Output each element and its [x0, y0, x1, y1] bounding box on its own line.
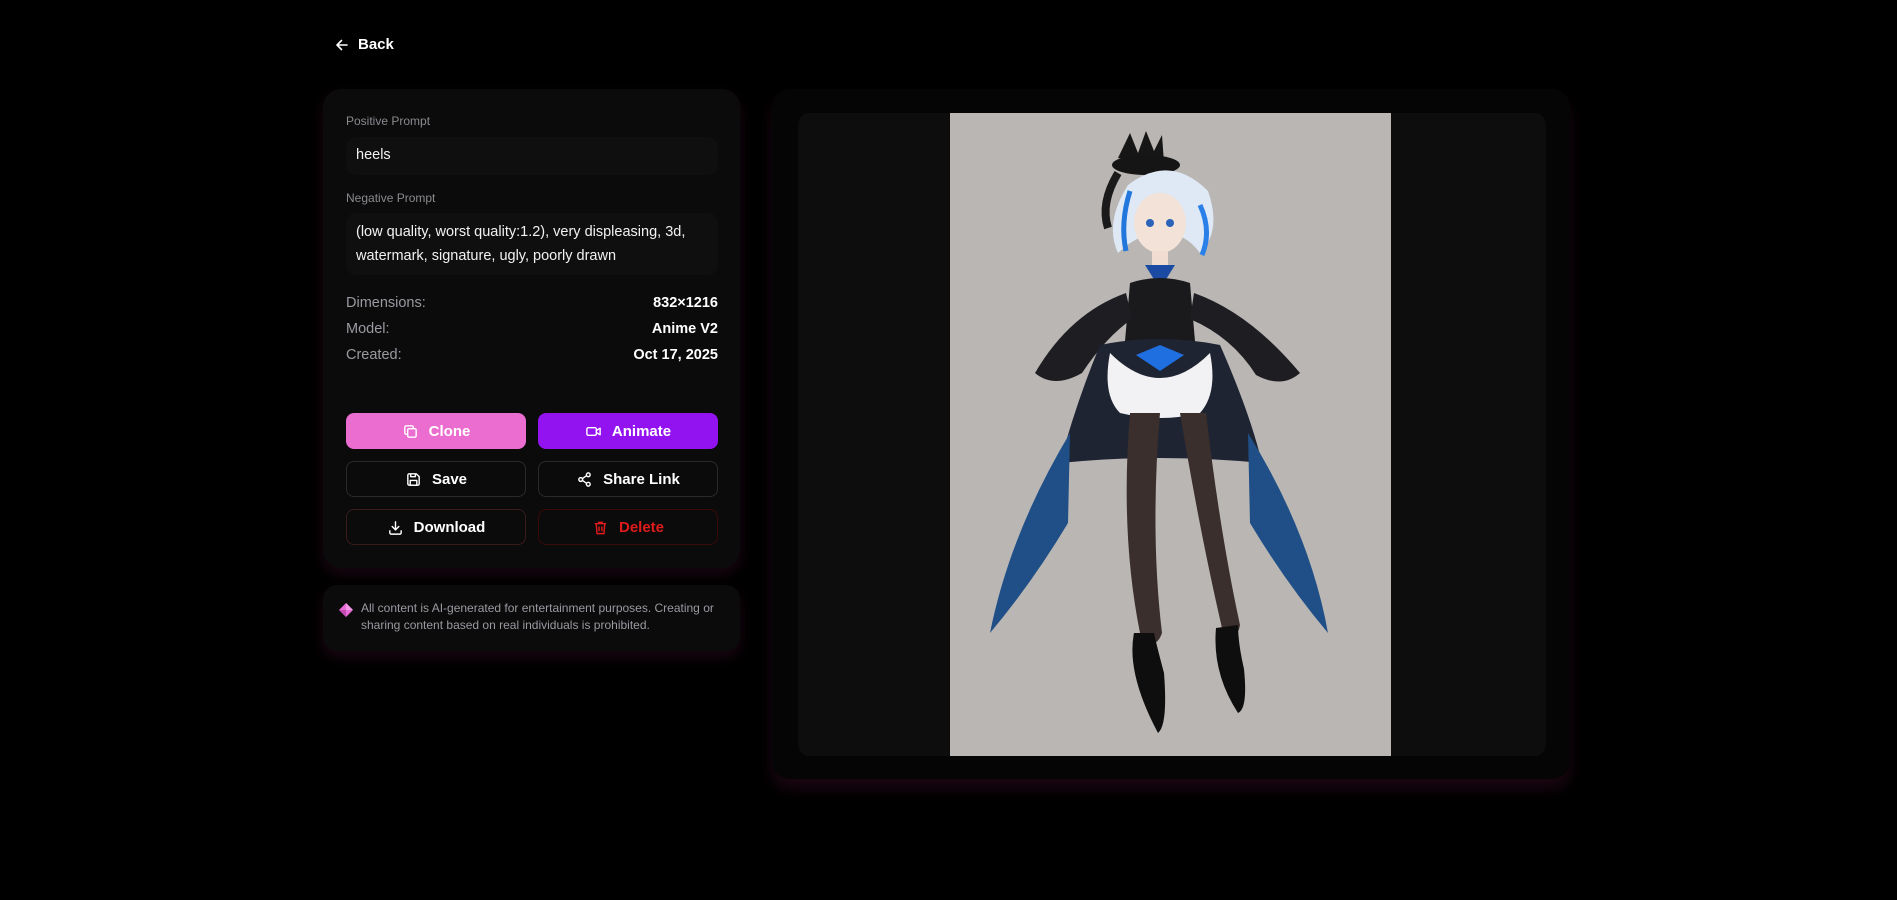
clone-button[interactable]: Clone — [346, 413, 526, 449]
model-value: Anime V2 — [651, 321, 718, 337]
created-label: Created: — [346, 347, 402, 363]
video-icon — [586, 426, 601, 436]
share-link-label: Share Link — [603, 470, 680, 488]
download-button[interactable]: Download — [346, 509, 526, 545]
clone-label: Clone — [428, 422, 471, 440]
negative-prompt-field[interactable]: (low quality, worst quality:1.2), very d… — [346, 213, 718, 275]
back-label: Back — [358, 36, 394, 53]
share-icon — [578, 471, 592, 487]
created-value: Oct 17, 2025 — [633, 347, 718, 363]
floppy-disk-icon — [407, 472, 420, 486]
delete-label: Delete — [618, 518, 665, 536]
copy-icon — [403, 424, 417, 438]
share-link-button[interactable]: Share Link — [538, 461, 718, 497]
created-row: Created: Oct 17, 2025 — [346, 344, 718, 366]
arrow-left-icon — [336, 39, 348, 50]
trash-icon — [594, 521, 607, 534]
model-label: Model: — [346, 321, 390, 337]
save-button[interactable]: Save — [346, 461, 526, 497]
dimensions-value: 832×1216 — [653, 295, 718, 311]
image-viewer-frame — [798, 113, 1546, 756]
model-row: Model: Anime V2 — [346, 318, 718, 340]
animate-label: Animate — [611, 422, 672, 440]
dimensions-row: Dimensions: 832×1216 — [346, 292, 718, 314]
details-panel: Positive Prompt heels Negative Prompt (l… — [323, 89, 740, 568]
back-button[interactable]: Back — [334, 36, 394, 53]
notice-text: All content is AI-generated for entertai… — [361, 601, 714, 632]
positive-prompt-field[interactable]: heels — [346, 137, 718, 175]
diamond-gem-icon — [339, 603, 353, 617]
delete-button[interactable]: Delete — [538, 509, 718, 545]
ai-content-notice: All content is AI-generated for entertai… — [323, 585, 740, 651]
download-label: Download — [413, 518, 486, 536]
positive-prompt-label: Positive Prompt — [346, 114, 431, 128]
dimensions-label: Dimensions: — [346, 295, 426, 311]
negative-prompt-label: Negative Prompt — [346, 191, 436, 205]
download-icon — [388, 520, 402, 535]
image-viewer — [772, 89, 1570, 779]
anime-character-illustration — [950, 113, 1391, 756]
animate-button[interactable]: Animate — [538, 413, 718, 449]
save-label: Save — [431, 470, 468, 488]
generated-image[interactable] — [950, 113, 1391, 756]
